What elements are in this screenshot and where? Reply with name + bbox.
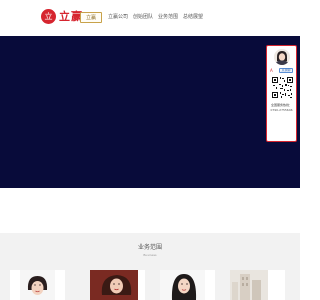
- chat-button[interactable]: 点我聊: [279, 68, 293, 73]
- brand-stamp-icon: A: [270, 68, 273, 73]
- nav-item-company[interactable]: 立赢公司: [108, 12, 128, 23]
- building-photo: [230, 270, 285, 300]
- person-photo: [10, 270, 65, 300]
- person-photo: [160, 270, 215, 300]
- nav-item-business[interactable]: 业务范围: [158, 12, 178, 23]
- person-photo: [90, 270, 145, 300]
- business-card[interactable]: [90, 270, 145, 300]
- nav-item-home[interactable]: 立赢: [80, 12, 102, 23]
- business-section: 业务范围 Business: [0, 233, 300, 300]
- site-header: 立 立赢 立赢 立赢公司 创始团队 业务范围 总结展望: [0, 0, 300, 36]
- floating-contact-panel: A 点我聊 全国服务热线： 0790-2755646: [266, 45, 297, 142]
- nav-item-team[interactable]: 创始团队: [133, 12, 153, 23]
- nav-item-outlook[interactable]: 总结展望: [183, 12, 203, 23]
- hero-banner: [0, 36, 300, 188]
- business-card[interactable]: [10, 270, 65, 300]
- hotline-label: 全国服务热线：: [270, 103, 292, 107]
- consultant-avatar: [274, 49, 290, 65]
- hotline-number[interactable]: 0790-2755646: [267, 108, 296, 112]
- logo-icon[interactable]: 立: [41, 9, 56, 24]
- section-spacer: [0, 188, 300, 233]
- business-card[interactable]: [160, 270, 215, 300]
- section-subtitle: Business: [143, 253, 157, 257]
- section-title: 业务范围: [137, 244, 162, 251]
- qr-code-icon: [271, 76, 294, 99]
- business-card[interactable]: [230, 270, 285, 300]
